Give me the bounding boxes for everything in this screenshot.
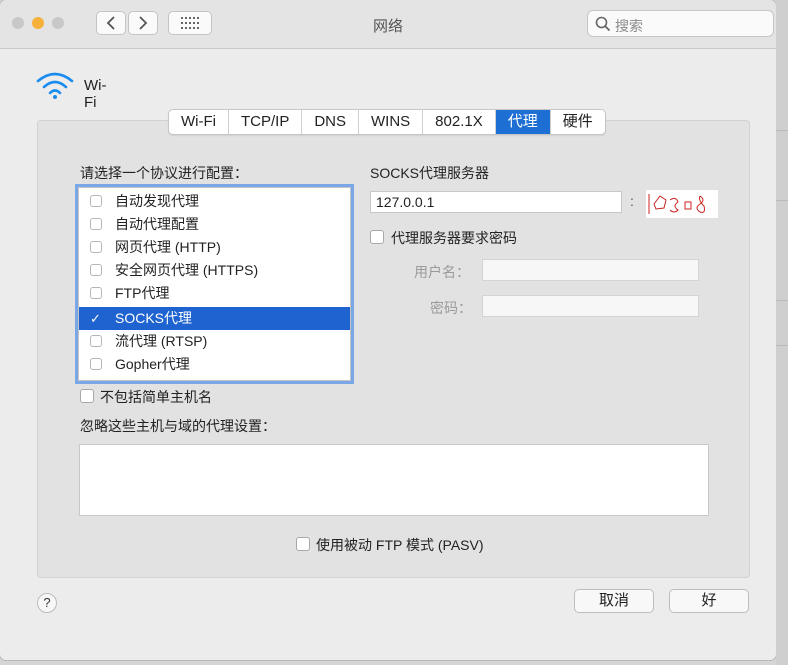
checkbox[interactable] — [90, 287, 102, 299]
socks-server-heading: SOCKS代理服务器 — [370, 165, 490, 181]
list-item[interactable]: FTP代理 — [79, 282, 350, 305]
list-item-label: 网页代理 (HTTP) — [115, 239, 221, 255]
help-button[interactable]: ? — [37, 593, 57, 613]
list-item-label: Gopher代理 — [115, 356, 190, 372]
checkbox[interactable] — [90, 358, 102, 370]
checkbox[interactable] — [90, 264, 102, 276]
port-separator: : — [630, 193, 634, 209]
list-item[interactable]: 网页代理 (HTTP) — [79, 236, 350, 259]
list-item-label: 安全网页代理 (HTTPS) — [115, 262, 259, 278]
interface-name: Wi-Fi — [84, 77, 107, 111]
protocol-list-heading: 请选择一个协议进行配置： — [80, 165, 248, 181]
protocol-list[interactable]: 自动发现代理 自动代理配置 网页代理 (HTTP) 安全网页代理 (HTTPS)… — [78, 187, 351, 381]
password-label: 密码： — [430, 300, 472, 316]
bypass-hosts-textarea[interactable] — [79, 444, 709, 516]
list-item[interactable]: 流代理 (RTSP) — [79, 330, 350, 353]
search-icon — [595, 16, 611, 32]
tab-8021x[interactable]: 802.1X — [423, 110, 496, 134]
tab-wins[interactable]: WINS — [359, 110, 424, 134]
exclude-simple-hostnames-checkbox[interactable] — [80, 389, 94, 403]
username-field[interactable] — [482, 259, 699, 281]
search-input[interactable]: 搜索 — [587, 10, 774, 37]
interface-header: Wi-Fi — [36, 70, 107, 111]
tab-tcpip[interactable]: TCP/IP — [229, 110, 303, 134]
checkbox[interactable] — [90, 241, 102, 253]
pasv-checkbox[interactable] — [296, 537, 310, 551]
checkbox[interactable] — [90, 335, 102, 347]
checkbox[interactable] — [90, 218, 102, 230]
checkbox[interactable] — [90, 195, 102, 207]
wifi-icon — [36, 72, 74, 99]
list-item-label: 自动发现代理 — [115, 193, 199, 209]
background-window-edge — [776, 0, 788, 665]
requires-password-label: 代理服务器要求密码 — [391, 230, 517, 246]
list-item[interactable]: 安全网页代理 (HTTPS) — [79, 259, 350, 282]
list-item[interactable]: 自动发现代理 — [79, 190, 350, 213]
list-item-label: SOCKS代理 — [115, 310, 193, 326]
network-window: 网络 搜索 Wi-Fi Wi-Fi TCP/IP DNS WINS 802.1X… — [0, 0, 776, 660]
list-item-label: 流代理 (RTSP) — [115, 333, 208, 349]
socks-server-field[interactable]: 127.0.0.1 — [370, 191, 622, 213]
list-item-label: 自动代理配置 — [115, 216, 199, 232]
tab-proxies[interactable]: 代理 — [495, 110, 551, 134]
list-item-label: FTP代理 — [115, 285, 170, 301]
title-bar: 网络 搜索 — [0, 0, 776, 49]
password-field[interactable] — [482, 295, 699, 317]
list-item[interactable]: Gopher代理 — [79, 353, 350, 376]
list-item-selected[interactable]: ✓ SOCKS代理 — [79, 307, 350, 330]
checkmark-icon: ✓ — [90, 311, 101, 326]
tab-wifi[interactable]: Wi-Fi — [169, 110, 229, 134]
port-field[interactable] — [646, 190, 718, 218]
exclude-simple-hostnames-label: 不包括简单主机名 — [100, 389, 212, 405]
ok-button[interactable]: 好 — [669, 589, 749, 613]
username-label: 用户名： — [414, 264, 470, 280]
cancel-button[interactable]: 取消 — [574, 589, 654, 613]
requires-password-checkbox[interactable] — [370, 230, 384, 244]
pasv-label: 使用被动 FTP 模式 (PASV) — [316, 537, 484, 553]
list-item[interactable]: 自动代理配置 — [79, 213, 350, 236]
bypass-label: 忽略这些主机与域的代理设置： — [80, 418, 276, 434]
tab-dns[interactable]: DNS — [302, 110, 359, 134]
search-placeholder: 搜索 — [615, 18, 643, 34]
tab-hardware[interactable]: 硬件 — [551, 110, 605, 134]
tab-bar: Wi-Fi TCP/IP DNS WINS 802.1X 代理 硬件 — [168, 109, 606, 135]
